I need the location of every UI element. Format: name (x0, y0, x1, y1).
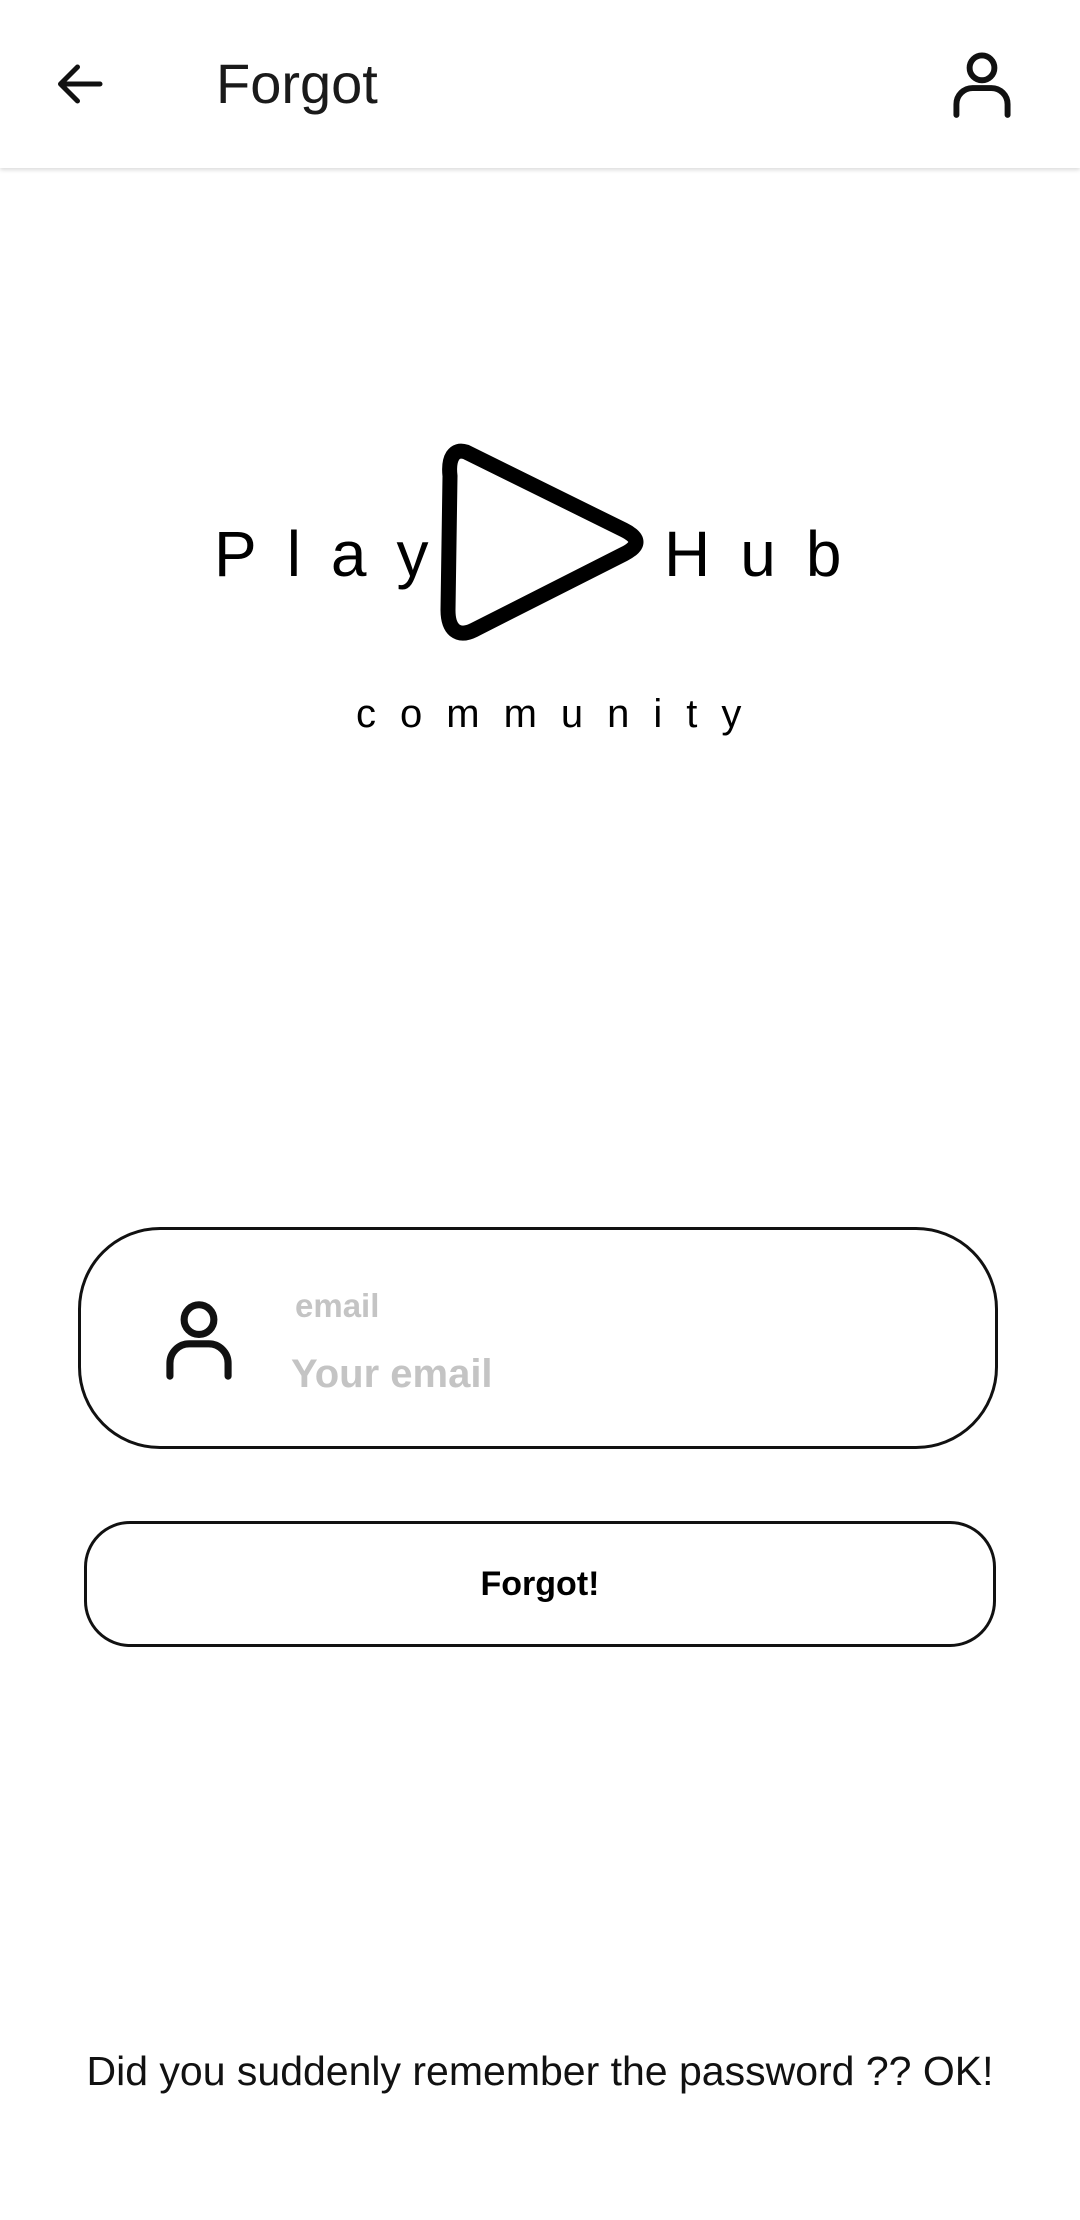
logo-tagline: community (356, 692, 766, 736)
logo-word-play: Play (214, 518, 459, 590)
page-title: Forgot (216, 52, 378, 115)
email-field[interactable]: email (78, 1227, 998, 1449)
person-outline-icon (953, 52, 1011, 118)
playhub-logo: Play Hub community (200, 430, 880, 750)
remember-password-link[interactable]: Did you suddenly remember the password ?… (0, 2046, 1080, 2096)
person-outline-icon (166, 1301, 232, 1380)
logo-word-hub: Hub (664, 518, 872, 590)
email-input[interactable] (291, 1342, 931, 1406)
back-button[interactable] (40, 44, 120, 124)
email-label: email (295, 1287, 380, 1324)
forgot-button[interactable]: Forgot! (84, 1521, 996, 1647)
app-bar: Forgot (0, 0, 1080, 168)
account-button[interactable] (940, 42, 1024, 126)
play-triangle-icon (440, 443, 644, 641)
arrow-back-icon (58, 64, 103, 104)
